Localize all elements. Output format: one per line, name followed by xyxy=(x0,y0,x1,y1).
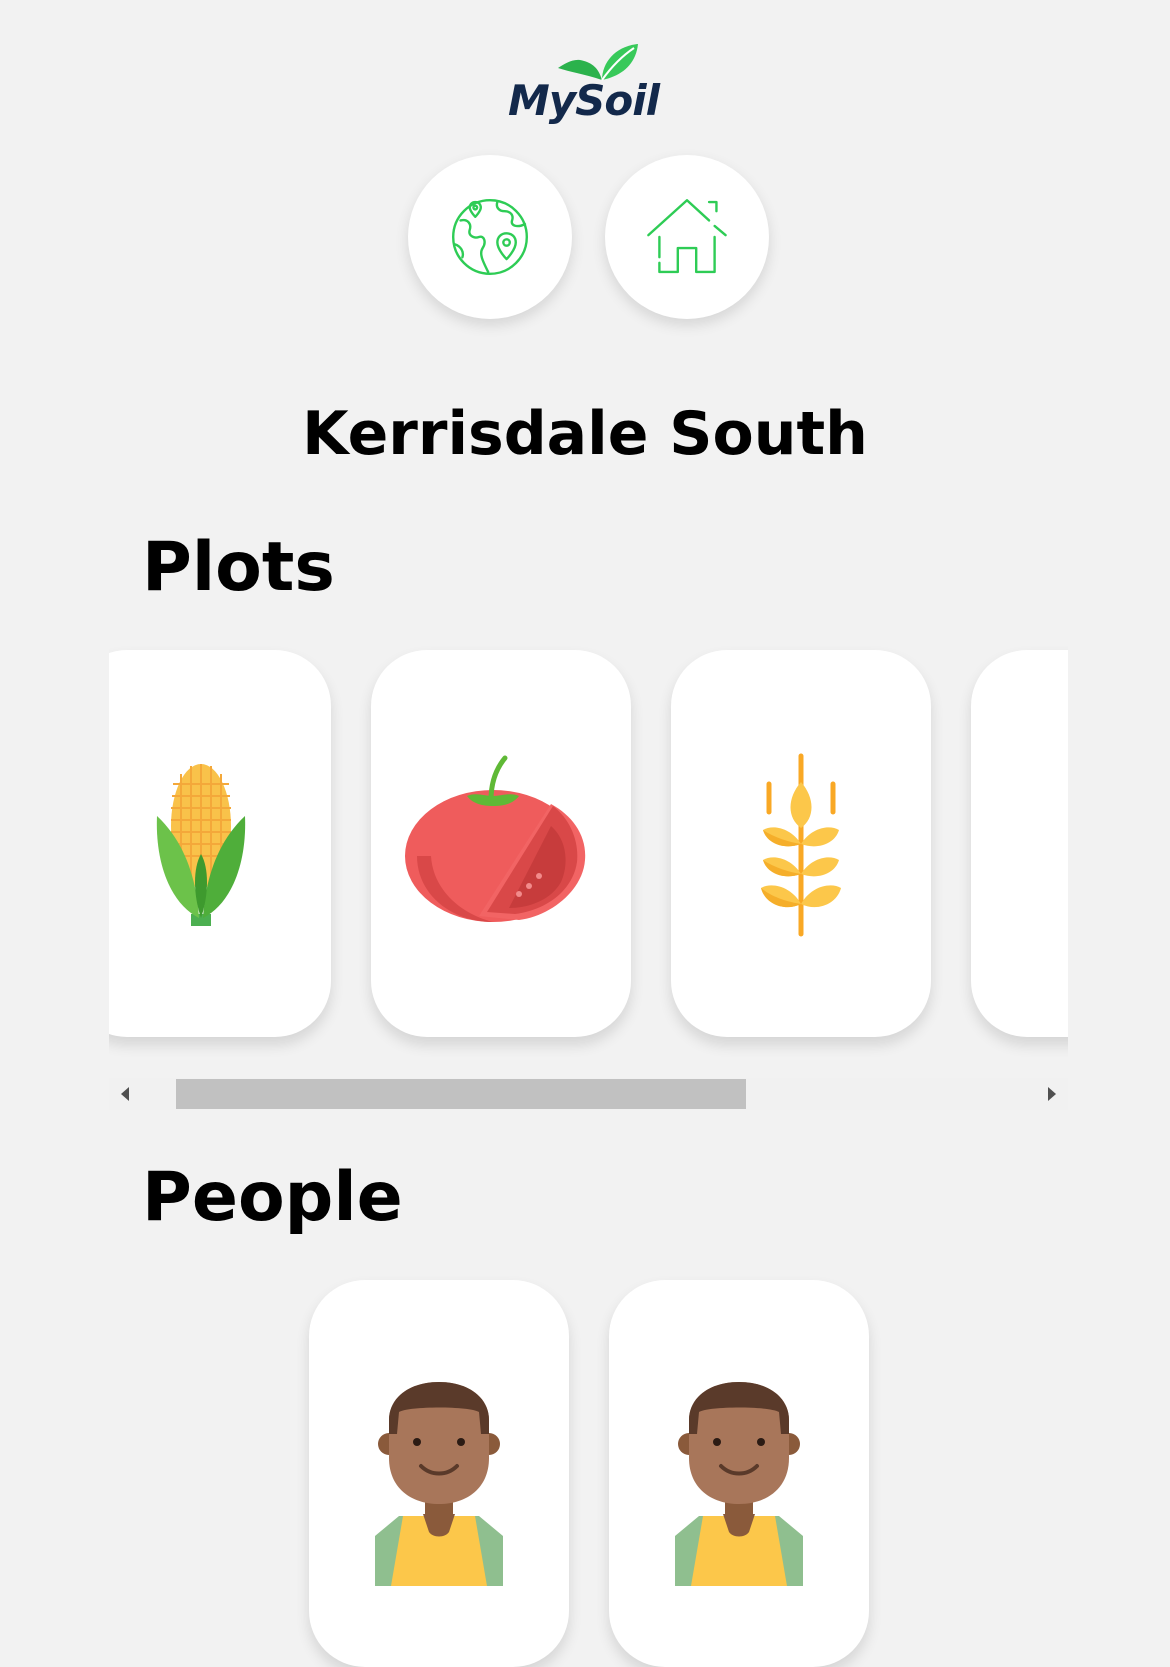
plots-carousel[interactable] xyxy=(109,628,1068,1110)
people-heading: People xyxy=(142,1158,403,1237)
plot-card-partial[interactable] xyxy=(971,650,1068,1037)
scroll-thumb[interactable] xyxy=(176,1079,746,1109)
plots-track xyxy=(109,650,1068,1037)
person-avatar-icon xyxy=(375,1382,503,1586)
plot-card-corn[interactable] xyxy=(109,650,331,1037)
person-card[interactable] xyxy=(609,1280,869,1667)
map-button[interactable] xyxy=(408,155,572,319)
people-list xyxy=(309,1280,869,1667)
logo-text: MySoil xyxy=(508,76,660,125)
nav-buttons xyxy=(408,155,769,319)
plots-heading: Plots xyxy=(142,528,335,607)
wheat-icon xyxy=(761,753,841,936)
community-title: Kerrisdale South xyxy=(302,399,868,469)
globe-location-icon xyxy=(452,199,528,275)
plot-card-tomato[interactable] xyxy=(371,650,631,1037)
tomato-icon xyxy=(405,755,586,922)
corn-icon xyxy=(156,763,246,926)
person-avatar-icon xyxy=(675,1382,803,1586)
person-card[interactable] xyxy=(309,1280,569,1667)
plot-card-wheat[interactable] xyxy=(671,650,931,1037)
mysoil-logo: MySoil xyxy=(500,38,680,138)
scroll-left-arrow-icon[interactable] xyxy=(121,1087,129,1101)
scroll-right-arrow-icon[interactable] xyxy=(1048,1087,1056,1101)
partial-plot-icon xyxy=(1001,744,1068,944)
house-icon xyxy=(647,199,727,274)
plots-scrollbar[interactable] xyxy=(109,1078,1068,1110)
home-button[interactable] xyxy=(605,155,769,319)
